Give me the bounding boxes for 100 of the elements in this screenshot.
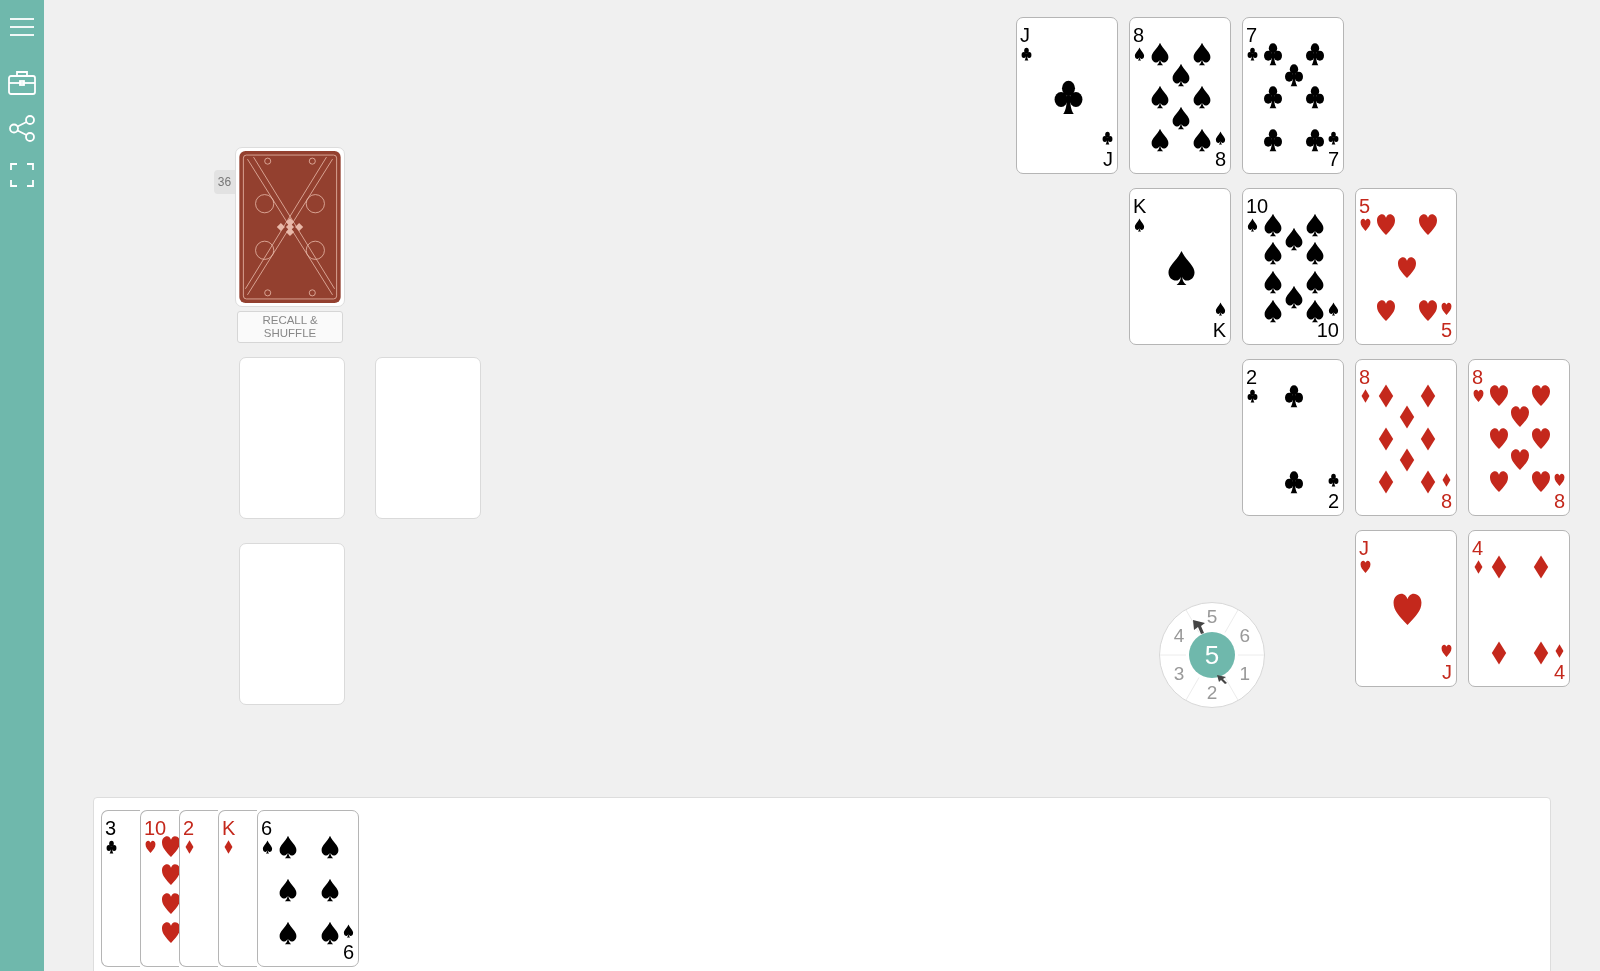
club-icon <box>1101 131 1113 145</box>
arrow-icon <box>1192 619 1206 635</box>
playing-card[interactable]: 4 4 <box>1468 530 1570 687</box>
heart-icon <box>1418 299 1438 323</box>
card-rank: 5 <box>1359 196 1371 216</box>
diamond-icon <box>1359 389 1371 403</box>
club-icon <box>1305 42 1325 66</box>
spade-icon <box>1214 302 1226 316</box>
heart-icon <box>1391 592 1423 628</box>
card-rank: 8 <box>1553 491 1565 511</box>
playing-card[interactable]: 8 8 <box>1355 359 1457 516</box>
card-rank: 10 <box>144 818 167 838</box>
card-rank: 4 <box>1472 538 1484 558</box>
card-rank: 3 <box>105 818 117 838</box>
dial-number[interactable]: 4 <box>1171 626 1188 646</box>
playing-card[interactable]: K K <box>1129 188 1231 345</box>
dial[interactable]: 5 6 1 2 3 4 5 <box>1159 602 1265 708</box>
playing-card[interactable]: 6 6 <box>257 810 359 967</box>
empty-card-slot[interactable] <box>375 357 481 519</box>
recall-shuffle-button[interactable]: RECALL & SHUFFLE <box>237 311 343 343</box>
heart-icon <box>1510 448 1530 472</box>
heart-icon <box>1489 470 1509 494</box>
diamond-icon <box>1489 641 1509 665</box>
heart-icon <box>1359 218 1371 232</box>
card-rank: J <box>1442 662 1452 682</box>
spade-icon <box>320 921 340 945</box>
playing-card[interactable]: K <box>218 810 257 967</box>
spade-icon <box>278 835 298 859</box>
spade-icon <box>1171 106 1191 130</box>
card-rank: 7 <box>1246 25 1258 45</box>
heart-icon <box>1440 644 1452 658</box>
fullscreen-icon[interactable] <box>10 163 34 187</box>
menu-icon[interactable] <box>10 17 34 37</box>
heart-icon <box>161 863 179 887</box>
card-rank: 2 <box>1327 491 1339 511</box>
playing-card[interactable]: 8 8 <box>1129 17 1231 174</box>
playing-card[interactable]: 2 2 <box>1242 359 1344 516</box>
playing-card[interactable]: 2 <box>179 810 218 967</box>
diamond-icon <box>1472 560 1484 574</box>
spade-icon <box>1263 270 1283 294</box>
heart-icon <box>1531 384 1551 408</box>
card-rank: 7 <box>1327 149 1339 169</box>
playing-card[interactable]: 3 <box>101 810 140 967</box>
club-icon <box>1263 85 1283 109</box>
heart-icon <box>1472 389 1484 403</box>
empty-card-slot[interactable] <box>239 543 345 705</box>
club-icon <box>1327 473 1339 487</box>
heart-icon <box>1489 427 1509 451</box>
club-icon <box>1263 42 1283 66</box>
playing-card[interactable]: 8 8 <box>1468 359 1570 516</box>
dial-number[interactable]: 1 <box>1236 664 1253 684</box>
heart-icon <box>161 921 179 945</box>
briefcase-icon[interactable] <box>8 71 36 95</box>
spade-icon <box>1246 218 1258 232</box>
heart-icon <box>1376 299 1396 323</box>
spade-icon <box>1192 128 1212 152</box>
heart-icon <box>1440 302 1452 316</box>
diamond-icon <box>1397 405 1417 429</box>
club-icon <box>1284 384 1304 408</box>
playing-card[interactable]: 5 5 <box>1355 188 1457 345</box>
dial-value: 5 <box>1189 632 1235 678</box>
card-rank: 2 <box>183 818 195 838</box>
dial-number[interactable]: 6 <box>1236 626 1253 646</box>
diamond-icon <box>1553 644 1565 658</box>
spade-icon <box>1171 63 1191 87</box>
heart-icon <box>1531 470 1551 494</box>
playing-card[interactable]: 7 7 <box>1242 17 1344 174</box>
heart-icon <box>144 840 156 854</box>
arrow-icon <box>1216 674 1228 684</box>
card-rank: 4 <box>1553 662 1565 682</box>
diamond-icon <box>1418 427 1438 451</box>
club-icon <box>1284 63 1304 87</box>
heart-icon <box>1531 427 1551 451</box>
spade-icon <box>1305 213 1325 237</box>
club-icon <box>1052 79 1084 115</box>
club-icon <box>1305 128 1325 152</box>
club-icon <box>1020 47 1032 61</box>
spade-icon <box>1150 128 1170 152</box>
diamond-icon <box>1397 448 1417 472</box>
playing-card[interactable]: J J <box>1016 17 1118 174</box>
spade-icon <box>1133 218 1145 232</box>
playing-card[interactable]: J J <box>1355 530 1457 687</box>
club-icon <box>1263 128 1283 152</box>
empty-card-slot[interactable] <box>239 357 345 519</box>
playing-card[interactable]: 10 <box>140 810 179 967</box>
spade-icon <box>320 878 340 902</box>
heart-icon <box>1418 213 1438 237</box>
club-icon <box>1246 47 1258 61</box>
playing-card[interactable]: 10 10 <box>1242 188 1344 345</box>
heart-icon <box>1397 256 1417 280</box>
card-rank: 6 <box>342 942 354 962</box>
card-rank: 8 <box>1214 149 1226 169</box>
heart-icon <box>1489 384 1509 408</box>
spade-icon <box>1263 299 1283 323</box>
diamond-icon <box>1440 473 1452 487</box>
heart-icon <box>1359 560 1371 574</box>
share-icon[interactable] <box>9 115 35 142</box>
diamond-icon <box>1531 641 1551 665</box>
spade-icon <box>1192 42 1212 66</box>
club-icon <box>1246 389 1258 403</box>
